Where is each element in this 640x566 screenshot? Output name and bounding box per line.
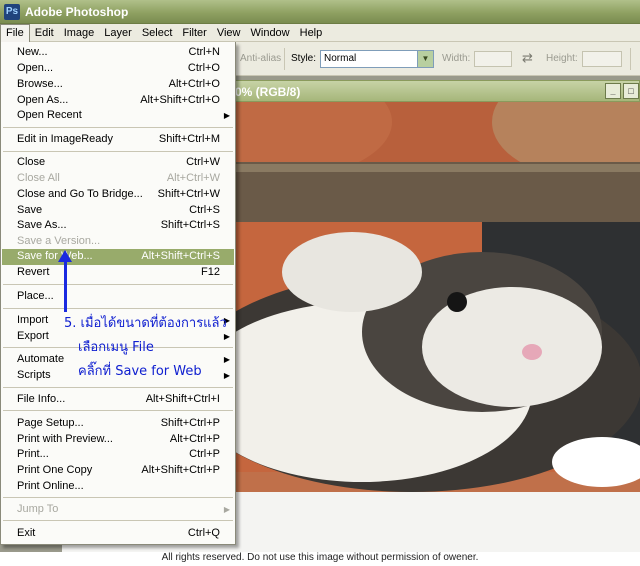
style-label: Style: <box>291 53 317 64</box>
title-bar: Ps Adobe Photoshop <box>0 0 640 24</box>
document-title: 0% (RGB/8) <box>235 85 301 99</box>
file-menu: New... Ctrl+N Open... Ctrl+O Browse... Alt+… <box>0 42 236 545</box>
menu-divider <box>3 387 233 388</box>
divider <box>630 48 631 70</box>
anti-alias-checkbox[interactable]: Anti-alias <box>240 53 281 64</box>
menu-item-save-a-version: Save a Version... <box>17 235 101 247</box>
menu-item-place[interactable]: Place... <box>2 289 234 305</box>
menu-help[interactable]: Help <box>295 24 328 42</box>
menu-layer[interactable]: Layer <box>99 24 137 42</box>
menu-item-file-info[interactable]: File Info... Alt+Shift+Ctrl+I <box>2 392 234 408</box>
menu-item-save[interactable]: Save Ctrl+S <box>2 203 234 219</box>
menu-item-page-setup[interactable]: Page Setup... Shift+Ctrl+P <box>2 416 234 432</box>
menu-file[interactable]: File <box>0 23 30 42</box>
photoshop-icon: Ps <box>4 3 20 20</box>
minimize-icon[interactable]: _ <box>605 83 621 99</box>
menu-bar: File Edit Image Layer Select Filter View… <box>0 23 640 42</box>
menu-divider <box>3 151 233 152</box>
submenu-arrow-icon: ▶ <box>223 505 230 514</box>
menu-divider <box>3 520 233 521</box>
menu-divider <box>3 308 233 309</box>
annotation-line-3: คลิ๊กที่ Save for Web <box>78 364 202 379</box>
menu-item-print-online[interactable]: Print Online... <box>2 479 234 495</box>
width-input[interactable] <box>474 51 512 67</box>
menu-view[interactable]: View <box>212 24 246 42</box>
swap-icon[interactable]: ⇄ <box>522 50 533 66</box>
menu-edit[interactable]: Edit <box>30 24 59 42</box>
height-label: Height: <box>546 53 578 64</box>
menu-item-print[interactable]: Print... Ctrl+P <box>2 447 234 463</box>
menu-divider <box>3 497 233 498</box>
menu-divider <box>3 127 233 128</box>
menu-image[interactable]: Image <box>59 24 100 42</box>
menu-item-print-with-preview[interactable]: Print with Preview... Alt+Ctrl+P <box>2 432 234 448</box>
menu-item-save-for-web[interactable]: Save for Web... Alt+Shift+Ctrl+S <box>2 249 234 265</box>
style-value: Normal <box>324 53 357 64</box>
restore-icon[interactable]: □ <box>623 83 639 99</box>
app-title: Adobe Photoshop <box>25 4 129 19</box>
menu-item-open[interactable]: Open... Ctrl+O <box>2 61 234 77</box>
height-input[interactable] <box>582 51 622 67</box>
menu-item-browse[interactable]: Browse... Alt+Ctrl+O <box>2 77 234 93</box>
menu-divider <box>3 410 233 411</box>
menu-item-revert[interactable]: Revert F12 <box>2 265 234 281</box>
submenu-arrow-icon: ▶ <box>223 111 230 120</box>
annotation-arrow-line <box>64 256 67 312</box>
menu-item-print-one-copy[interactable]: Print One Copy Alt+Shift+Ctrl+P <box>2 463 234 479</box>
menu-divider <box>3 284 233 285</box>
menu-item-save-as[interactable]: Save As... Shift+Ctrl+S <box>2 218 234 234</box>
style-select[interactable]: Normal ▼ <box>320 50 434 68</box>
menu-item-open-as[interactable]: Open As... Alt+Shift+Ctrl+O <box>2 93 234 109</box>
menu-item-jump-to: Jump To ▶ <box>17 503 230 515</box>
menu-item-edit-in-imageready[interactable]: Edit in ImageReady Shift+Ctrl+M <box>2 132 234 148</box>
menu-item-open-recent[interactable]: Open Recent ▶ <box>2 108 234 124</box>
menu-filter[interactable]: Filter <box>177 24 211 42</box>
annotation-line-2: เลือกเมนู File <box>78 340 154 355</box>
submenu-arrow-icon: ▶ <box>223 355 230 364</box>
menu-select[interactable]: Select <box>137 24 178 42</box>
menu-item-exit[interactable]: Exit Ctrl+Q <box>2 526 234 542</box>
copyright-notice: All rights reserved. Do not use this ima… <box>0 552 640 566</box>
menu-item-new[interactable]: New... Ctrl+N <box>2 45 234 61</box>
chevron-down-icon[interactable]: ▼ <box>417 51 433 67</box>
menu-window[interactable]: Window <box>246 24 295 42</box>
width-label: Width: <box>442 53 471 64</box>
menu-item-close-and-go-to-bridge[interactable]: Close and Go To Bridge... Shift+Ctrl+W <box>2 187 234 203</box>
divider <box>284 48 285 70</box>
annotation-line-1: 5. เมื่อได้ขนาดที่ต้องการแล้ว <box>64 316 227 331</box>
submenu-arrow-icon: ▶ <box>223 371 230 380</box>
menu-item-close-all: Close All Alt+Ctrl+W <box>17 172 220 184</box>
menu-item-close[interactable]: Close Ctrl+W <box>2 155 234 171</box>
